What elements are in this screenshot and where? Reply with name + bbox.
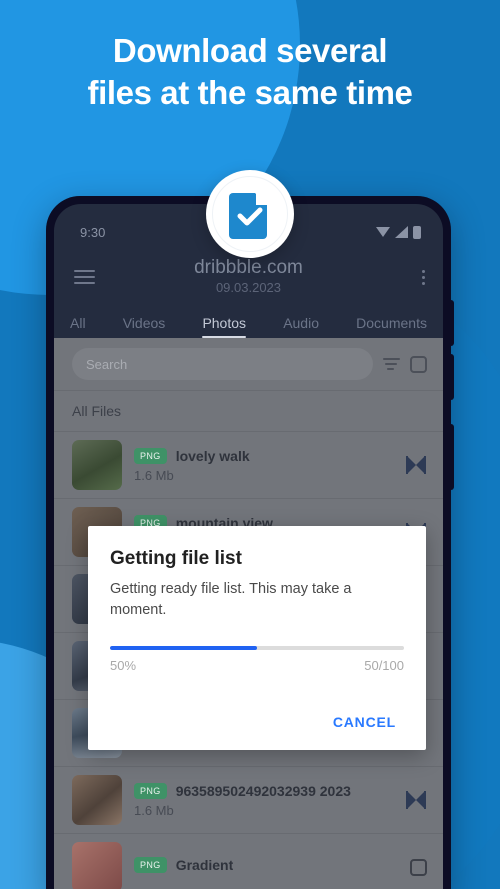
progress-bar-fill (110, 646, 257, 651)
phone-screen: 9:30 dribbble.com 09.03.2023 All Videos … (54, 204, 443, 889)
wifi-icon (376, 227, 390, 237)
app-bar-title: dribbble.com (194, 257, 303, 279)
headline-line-2: files at the same time (87, 74, 413, 112)
select-all-checkbox-icon[interactable] (410, 355, 427, 373)
file-name: 963589502492032939 2023 (175, 782, 351, 799)
phone-mockup: 9:30 dribbble.com 09.03.2023 All Videos … (46, 196, 454, 889)
progress-bar (110, 646, 404, 651)
file-size: 1.6 Mb (134, 467, 174, 483)
status-icons (376, 225, 421, 239)
bowtie-icon[interactable] (405, 790, 427, 810)
tab-audio[interactable]: Audio (283, 315, 319, 338)
search-row (54, 338, 443, 391)
document-check-badge (206, 170, 294, 258)
overflow-menu-icon[interactable] (421, 269, 425, 285)
battery-icon (413, 225, 421, 239)
hamburger-menu-icon[interactable] (74, 270, 95, 284)
volume-up-button[interactable] (450, 300, 454, 346)
file-info: PNG Gradient (134, 857, 395, 877)
page-title: Download several files at the same time (0, 30, 500, 114)
badge-ring (212, 176, 288, 252)
filter-sort-icon[interactable] (383, 358, 400, 370)
dialog-title: Getting file list (110, 548, 242, 569)
volume-down-button[interactable] (450, 354, 454, 400)
progress-percent: 50% (110, 658, 137, 674)
section-title: All Files (54, 391, 443, 432)
status-time: 9:30 (80, 224, 106, 240)
file-type-badge: PNG (134, 782, 167, 799)
file-info: PNG 963589502492032939 2023 1.6 Mb (134, 782, 393, 818)
file-thumbnail (72, 775, 122, 825)
file-name: lovely walk (175, 447, 250, 464)
search-input[interactable] (86, 356, 359, 372)
tab-bar: All Videos Photos Audio Documents (54, 304, 443, 338)
file-size: 1.6 Mb (134, 802, 174, 818)
checkbox-icon[interactable] (410, 858, 427, 876)
file-type-badge: PNG (134, 857, 167, 873)
progress-count: 50/100 (364, 658, 404, 674)
table-row[interactable]: PNG Gradient (54, 834, 443, 889)
file-thumbnail (72, 842, 122, 889)
app-bar-titles: dribbble.com 09.03.2023 (54, 257, 443, 296)
tab-photos[interactable]: Photos (202, 315, 246, 338)
dialog-actions: CANCEL (110, 706, 404, 738)
signal-icon (395, 226, 408, 238)
tab-documents[interactable]: Documents (356, 315, 427, 338)
headline-line-1: Download several (112, 32, 388, 69)
search-box[interactable] (72, 348, 373, 380)
cancel-button[interactable]: CANCEL (325, 706, 404, 738)
bowtie-icon[interactable] (405, 455, 427, 475)
power-button[interactable] (450, 424, 454, 490)
getting-file-list-dialog: Getting file list Getting ready file lis… (88, 526, 426, 751)
file-info: PNG lovely walk 1.6 Mb (134, 447, 393, 483)
tab-videos[interactable]: Videos (123, 315, 166, 338)
file-type-badge: PNG (134, 447, 167, 464)
tab-all[interactable]: All (70, 315, 86, 338)
app-bar-subtitle: 09.03.2023 (215, 280, 282, 296)
progress-labels: 50% 50/100 (110, 658, 404, 673)
file-name: Gradient (175, 857, 234, 873)
app-bar: dribbble.com 09.03.2023 (54, 250, 443, 304)
dialog-body: Getting ready file list. This may take a… (110, 581, 352, 618)
file-thumbnail (72, 440, 122, 490)
table-row[interactable]: PNG 963589502492032939 2023 1.6 Mb (54, 767, 443, 834)
table-row[interactable]: PNG lovely walk 1.6 Mb (54, 432, 443, 499)
